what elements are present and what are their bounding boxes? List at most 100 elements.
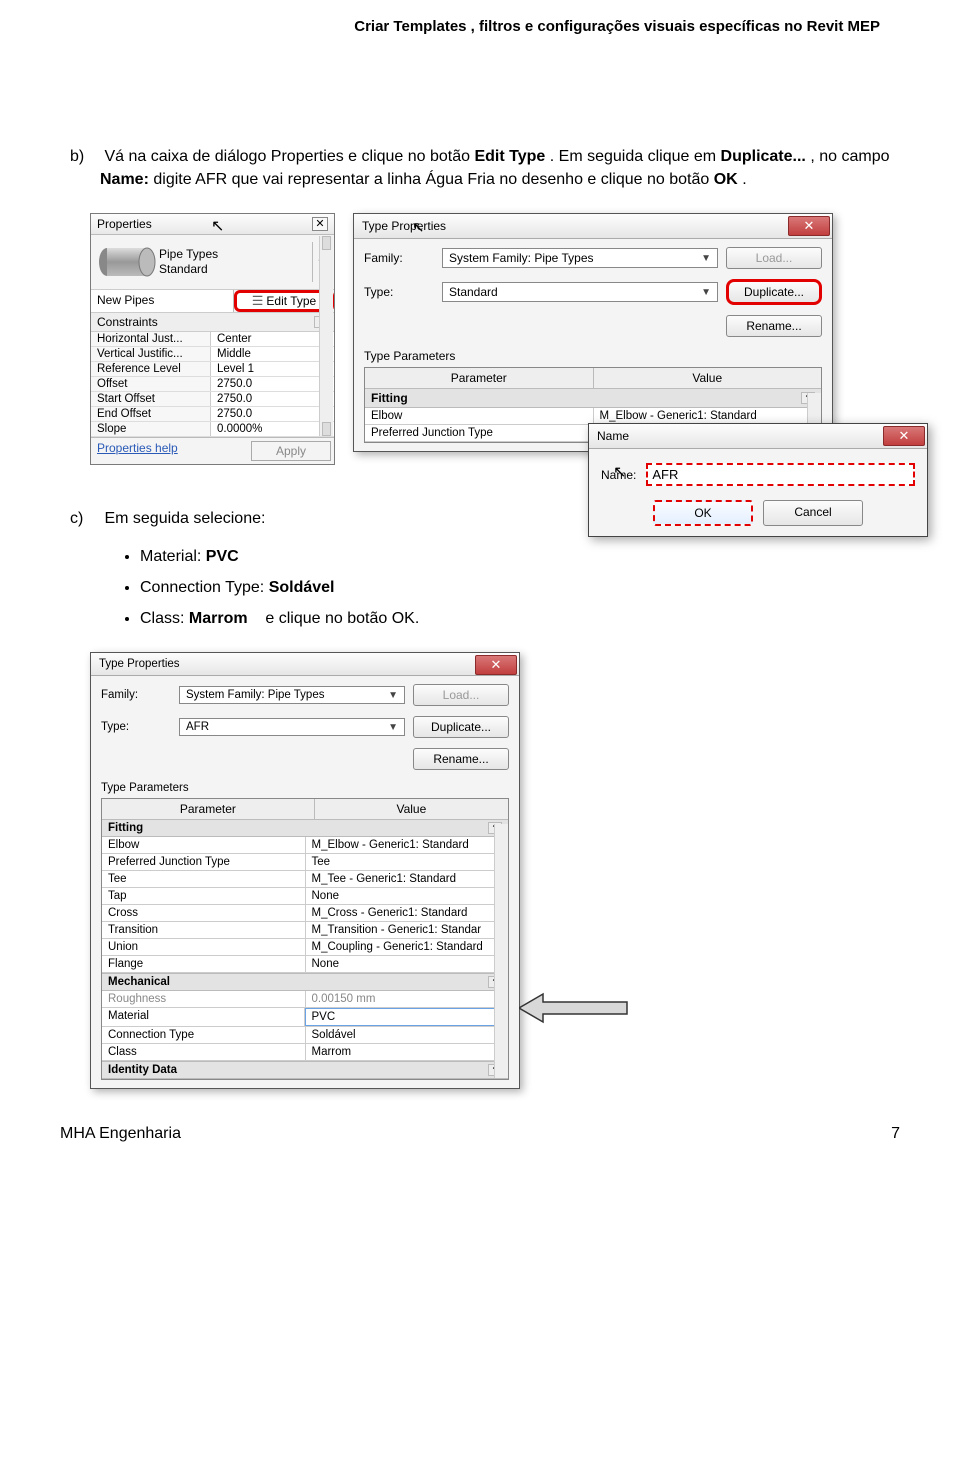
param-key: Flange — [102, 956, 306, 972]
table-row[interactable]: Roughness0.00150 mm — [102, 991, 508, 1008]
param-value[interactable]: Marrom — [306, 1044, 509, 1060]
prop-key: Reference Level — [91, 362, 211, 376]
close-icon[interactable]: ✕ — [475, 655, 517, 675]
table-row[interactable]: FlangeNone — [102, 956, 508, 973]
table-row[interactable]: ClassMarrom — [102, 1044, 508, 1061]
rename-button[interactable]: Rename... — [413, 748, 509, 770]
scrollbar[interactable] — [319, 236, 333, 436]
constraints-group-header[interactable]: Constraints ⌃ — [91, 313, 334, 332]
param-value[interactable]: Tee — [306, 854, 509, 870]
table-row[interactable]: TeeM_Tee - Generic1: Standard — [102, 871, 508, 888]
page-header: Criar Templates , filtros e configuraçõe… — [40, 0, 920, 35]
prop-row[interactable]: Start Offset2750.0 — [91, 392, 334, 407]
prop-value[interactable]: Middle — [211, 347, 334, 361]
table-row[interactable]: ElbowM_Elbow - Generic1: Standard — [102, 837, 508, 854]
name-input[interactable]: AFR — [646, 463, 915, 486]
close-icon[interactable]: ✕ — [788, 216, 830, 236]
table-row[interactable]: MaterialPVC — [102, 1008, 508, 1027]
section-b-text: b) Vá na caixa de diálogo Properties e c… — [40, 145, 920, 191]
load-button[interactable]: Load... — [413, 684, 509, 706]
param-key: Elbow — [102, 837, 306, 853]
type-selector[interactable]: Pipe Types Standard ▾ — [91, 235, 334, 290]
param-key: Class — [102, 1044, 306, 1060]
prop-key: Vertical Justific... — [91, 347, 211, 361]
table-row[interactable]: TapNone — [102, 888, 508, 905]
table-row[interactable]: TransitionM_Transition - Generic1: Stand… — [102, 922, 508, 939]
prop-key: Start Offset — [91, 392, 211, 406]
close-icon[interactable]: ✕ — [883, 426, 925, 446]
param-value[interactable]: M_Coupling - Generic1: Standard — [306, 939, 509, 955]
param-value[interactable]: M_Elbow - Generic1: Standard — [594, 408, 822, 424]
prop-value[interactable]: 2750.0 — [211, 392, 334, 406]
param-value[interactable]: M_Elbow - Generic1: Standard — [306, 837, 509, 853]
prop-row[interactable]: Reference LevelLevel 1 — [91, 362, 334, 377]
text-b-name: Name: — [100, 171, 149, 188]
li-bold: PVC — [206, 548, 239, 565]
list-item: Class: Marrom e clique no botão OK. — [140, 603, 900, 634]
prop-value[interactable]: Center — [211, 332, 334, 346]
duplicate-button[interactable]: Duplicate... — [726, 279, 822, 305]
group-fitting[interactable]: Fitting⌃ — [102, 819, 508, 837]
prop-value[interactable]: Level 1 — [211, 362, 334, 376]
group-fitting[interactable]: Fitting⌃ — [365, 388, 821, 408]
param-value[interactable]: M_Cross - Generic1: Standard — [306, 905, 509, 921]
prop-row[interactable]: Slope0.0000% — [91, 422, 334, 437]
param-value[interactable]: 0.00150 mm — [306, 991, 509, 1007]
table-row[interactable]: Preferred Junction TypeTee — [102, 854, 508, 871]
family-select[interactable]: System Family: Pipe Types ▼ — [179, 686, 405, 704]
prop-value[interactable]: 2750.0 — [211, 407, 334, 421]
prop-value[interactable]: 0.0000% — [211, 422, 334, 436]
footer-left: MHA Engenharia — [60, 1125, 181, 1143]
family-value: System Family: Pipe Types — [186, 689, 324, 701]
cancel-button[interactable]: Cancel — [763, 500, 863, 526]
family-select[interactable]: System Family: Pipe Types ▼ — [442, 248, 718, 268]
prop-row[interactable]: Horizontal Just...Center — [91, 332, 334, 347]
table-row[interactable]: Connection TypeSoldável — [102, 1027, 508, 1044]
li-pre: Class: — [140, 610, 189, 627]
param-value[interactable]: Soldável — [306, 1027, 509, 1043]
prop-row[interactable]: Offset2750.0 — [91, 377, 334, 392]
chevron-down-icon: ▼ — [388, 722, 398, 733]
param-value[interactable]: None — [306, 888, 509, 904]
type-parameters-label: Type Parameters — [101, 782, 509, 794]
col-parameter: Parameter — [365, 368, 594, 388]
text-b3: , no campo — [810, 148, 889, 165]
constraints-label: Constraints — [97, 315, 158, 329]
col-parameter: Parameter — [102, 799, 315, 819]
rename-button[interactable]: Rename... — [726, 315, 822, 337]
properties-help-link[interactable]: Properties help — [91, 438, 248, 464]
type-properties-dialog: Type Properties ↖ ✕ Family: System Famil… — [353, 213, 833, 452]
param-value[interactable]: PVC — [305, 1008, 509, 1026]
text-b-ok: OK — [714, 171, 738, 188]
li-pre: Material: — [140, 548, 206, 565]
load-button[interactable]: Load... — [726, 247, 822, 269]
prop-row[interactable]: End Offset2750.0 — [91, 407, 334, 422]
type-select[interactable]: Standard ▼ — [442, 282, 718, 302]
group-identity-data[interactable]: Identity Data⌃ — [102, 1061, 508, 1079]
group-mechanical-label: Mechanical — [108, 976, 170, 988]
prop-value[interactable]: 2750.0 — [211, 377, 334, 391]
group-mechanical[interactable]: Mechanical⌃ — [102, 973, 508, 991]
param-value[interactable]: M_Tee - Generic1: Standard — [306, 871, 509, 887]
li-bold: Marrom — [189, 610, 248, 627]
type-select[interactable]: AFR ▼ — [179, 718, 405, 736]
scrollbar[interactable] — [494, 824, 508, 1078]
type-family-label: Pipe Types — [159, 247, 312, 263]
duplicate-button[interactable]: Duplicate... — [413, 716, 509, 738]
ok-button[interactable]: OK — [653, 500, 753, 526]
family-label: Family: — [101, 689, 171, 701]
table-row[interactable]: UnionM_Coupling - Generic1: Standard — [102, 939, 508, 956]
type-label: Type: — [101, 721, 171, 733]
cursor-icon: ↖ — [211, 216, 224, 236]
prop-row[interactable]: Vertical Justific...Middle — [91, 347, 334, 362]
table-row[interactable]: CrossM_Cross - Generic1: Standard — [102, 905, 508, 922]
text-b5: . — [742, 171, 746, 188]
close-icon[interactable]: ✕ — [312, 217, 328, 231]
param-value[interactable]: M_Transition - Generic1: Standar — [306, 922, 509, 938]
chevron-down-icon: ▼ — [388, 690, 398, 701]
apply-button[interactable]: Apply — [251, 441, 331, 461]
group-identity-data-label: Identity Data — [108, 1064, 177, 1076]
li-bold: Soldável — [269, 579, 335, 596]
param-value[interactable]: None — [306, 956, 509, 972]
dialog-stack: Type Properties ↖ ✕ Family: System Famil… — [353, 213, 920, 465]
